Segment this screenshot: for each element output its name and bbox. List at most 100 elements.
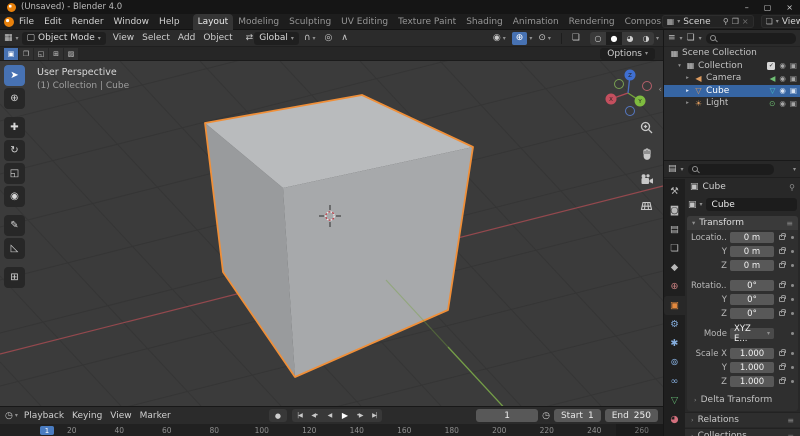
- cube-mesh[interactable]: [204, 94, 474, 378]
- tool-rotate[interactable]: ↻: [4, 140, 25, 161]
- animate-dot-icon[interactable]: [791, 312, 794, 315]
- value-field[interactable]: 1.000: [730, 362, 774, 373]
- outliner-row-scene-collection[interactable]: ▦ Scene Collection: [664, 47, 800, 60]
- select-mode-extend-button[interactable]: ❐: [19, 47, 33, 60]
- object-name-field[interactable]: Cube: [705, 198, 797, 211]
- scene-selector[interactable]: ▦ ▾ Scene ⚲ ❐ ×: [661, 15, 754, 28]
- overlays-toggle-button[interactable]: ⊙ ▾: [534, 31, 555, 45]
- animate-dot-icon[interactable]: [791, 332, 794, 335]
- maximize-button[interactable]: ▢: [764, 3, 772, 12]
- menu-item[interactable]: Render: [67, 17, 109, 27]
- eye-icon[interactable]: ◉: [779, 74, 786, 83]
- tool-add-cube[interactable]: ⊞: [4, 267, 25, 288]
- expand-icon[interactable]: ▸: [684, 75, 691, 81]
- object-icon[interactable]: ▣: [688, 200, 697, 210]
- chevron-down-icon[interactable]: ▾: [793, 166, 796, 173]
- workspace-tab[interactable]: Modeling: [233, 14, 284, 30]
- timeline-ruler[interactable]: 20 40 60 80 100 120 140 160 180 200 220 240 260 1: [0, 424, 663, 436]
- render-visibility-icon[interactable]: ▣: [790, 99, 797, 108]
- animate-dot-icon[interactable]: [791, 366, 794, 369]
- animate-dot-icon[interactable]: [791, 236, 794, 239]
- proportional-edit-button[interactable]: ◎: [320, 31, 337, 45]
- select-mode-new-button[interactable]: ▣: [4, 47, 18, 60]
- workspace-tab[interactable]: Animation: [508, 14, 564, 30]
- new-scene-icon[interactable]: ❐: [732, 17, 739, 26]
- expand-icon[interactable]: ▸: [684, 88, 691, 94]
- value-field[interactable]: 0 m: [730, 260, 774, 271]
- tab-constraints[interactable]: ∞: [664, 372, 685, 391]
- start-frame-field[interactable]: Start 1: [553, 409, 601, 422]
- outliner-row-collection[interactable]: ▾ ▦ Collection ✓ ◉ ▣: [664, 60, 800, 73]
- eye-icon[interactable]: ◉: [779, 86, 786, 95]
- prev-keyframe-button[interactable]: ◀•: [307, 409, 322, 422]
- workspace-tab[interactable]: Sculpting: [284, 14, 336, 30]
- toggle-perspective-icon[interactable]: [638, 197, 654, 213]
- workspace-tab[interactable]: Rendering: [564, 14, 620, 30]
- menu-item[interactable]: Edit: [39, 17, 66, 27]
- tab-particles[interactable]: ✱: [664, 334, 685, 353]
- workspace-tab[interactable]: Compositing: [620, 14, 662, 30]
- lock-icon[interactable]: [779, 309, 786, 316]
- select-mode-intersect-button[interactable]: ▨: [64, 47, 78, 60]
- editor-type-properties-icon[interactable]: ▤: [668, 164, 677, 174]
- properties-search-input[interactable]: [687, 163, 774, 175]
- 3d-viewport[interactable]: Z X Y User Perspective (1) Collection | …: [0, 61, 663, 406]
- tool-scale[interactable]: ◱: [4, 163, 25, 184]
- tab-tool[interactable]: ⚒: [664, 182, 685, 201]
- lock-icon[interactable]: [779, 233, 786, 240]
- workspace-tab[interactable]: Layout: [192, 13, 234, 30]
- next-keyframe-button[interactable]: •▶: [352, 409, 367, 422]
- value-field[interactable]: 0°: [730, 308, 774, 319]
- minimize-button[interactable]: –: [745, 3, 749, 12]
- pin-icon[interactable]: ⚲: [723, 17, 729, 26]
- eye-icon[interactable]: ◉: [779, 61, 786, 70]
- animate-dot-icon[interactable]: [791, 284, 794, 287]
- tool-move[interactable]: ✚: [4, 117, 25, 138]
- lock-icon[interactable]: [779, 363, 786, 370]
- current-frame-playhead[interactable]: 1: [40, 426, 54, 435]
- current-frame-field[interactable]: 1: [476, 409, 539, 422]
- workspace-tab[interactable]: UV Editing: [336, 14, 393, 30]
- shading-rendered-button[interactable]: ◑: [637, 31, 654, 45]
- select-mode-subtract-button[interactable]: ◱: [34, 47, 48, 60]
- tool-annotate[interactable]: ✎: [4, 215, 25, 236]
- tab-physics[interactable]: ⊚: [664, 353, 685, 372]
- timeline-menu-item[interactable]: Marker: [136, 411, 175, 421]
- animate-dot-icon[interactable]: [791, 250, 794, 253]
- delete-scene-icon[interactable]: ×: [742, 17, 749, 26]
- animate-dot-icon[interactable]: [791, 264, 794, 267]
- lock-icon[interactable]: [779, 261, 786, 268]
- visibility-dropdown[interactable]: ◉ ▾: [488, 31, 510, 45]
- shading-material-button[interactable]: ◕: [621, 31, 638, 45]
- snap-toggle-button[interactable]: ∩ ▾: [299, 31, 320, 45]
- tool-cursor[interactable]: ⊕: [4, 88, 25, 109]
- value-field[interactable]: 1.000: [730, 348, 774, 359]
- select-mode-invert-button[interactable]: ⊞: [49, 47, 63, 60]
- blender-menu-icon[interactable]: [4, 16, 14, 27]
- tab-scene[interactable]: ◆: [664, 258, 685, 277]
- tab-object-data[interactable]: ▽: [664, 391, 685, 410]
- gizmos-toggle-button[interactable]: ⊕: [511, 31, 528, 45]
- render-visibility-icon[interactable]: ▣: [790, 86, 797, 95]
- animate-dot-icon[interactable]: [791, 352, 794, 355]
- timeline-menu-item[interactable]: Keying: [68, 411, 106, 421]
- auto-keying-button[interactable]: ●: [268, 409, 287, 422]
- menu-item[interactable]: Window: [109, 17, 155, 27]
- transform-panel-header[interactable]: ▾ Transform ≡: [687, 216, 798, 230]
- tab-render[interactable]: ◙: [664, 201, 685, 220]
- editor-type-3d-icon[interactable]: ▦: [4, 33, 13, 43]
- tab-object[interactable]: ▣: [664, 296, 685, 315]
- pan-view-icon[interactable]: [638, 145, 654, 161]
- jump-to-start-button[interactable]: |◀: [292, 409, 307, 422]
- lock-icon[interactable]: [779, 247, 786, 254]
- xray-toggle-button[interactable]: ❏: [567, 31, 584, 45]
- proportional-falloff-button[interactable]: ∧: [337, 31, 352, 45]
- outliner-row-cube[interactable]: ▸ ▽ Cube ▽ ◉ ▣: [664, 84, 800, 97]
- clock-icon[interactable]: ◷: [542, 411, 550, 421]
- shading-wireframe-button[interactable]: ○: [589, 31, 606, 45]
- outliner-search-input[interactable]: [705, 32, 796, 44]
- rotation-mode-dropdown[interactable]: XYZ E... ▾: [730, 324, 774, 344]
- filter-icon[interactable]: ≡: [668, 33, 676, 43]
- prev-frame-button[interactable]: ◀: [322, 409, 337, 422]
- lock-icon[interactable]: [779, 349, 786, 356]
